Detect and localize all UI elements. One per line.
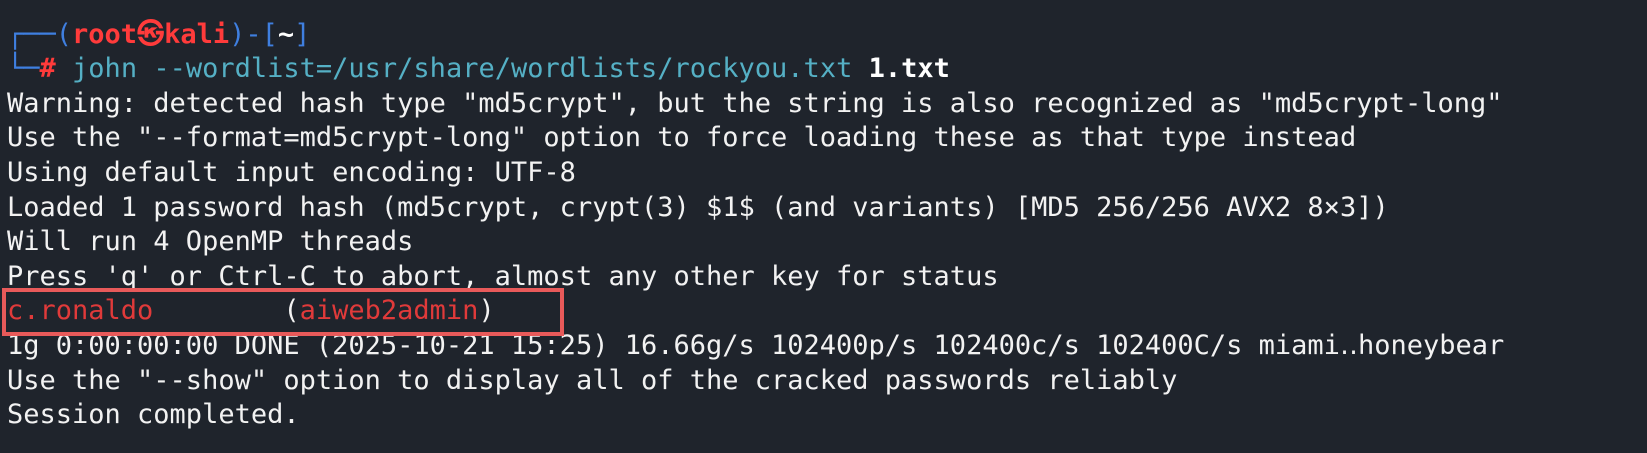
output-line-session-completed: Session completed. — [7, 399, 300, 430]
kali-at-icon: ㉿ — [137, 19, 165, 50]
output-line-encoding: Using default input encoding: UTF-8 — [7, 157, 576, 188]
prompt-corner-top: ┌──( — [7, 19, 73, 50]
terminal-window[interactable]: ┌──(root㉿kali)-[~] └─# john --wordlist=/… — [0, 0, 1647, 453]
prompt-corner-bottom: └─ — [7, 53, 40, 84]
cracked-user: aiweb2admin — [299, 295, 479, 326]
prompt-cwd: ~ — [277, 19, 295, 50]
output-line-warning: Warning: detected hash type "md5crypt", … — [7, 88, 1503, 119]
prompt-user: root — [72, 19, 138, 50]
output-line-threads: Will run 4 OpenMP threads — [7, 226, 414, 257]
command-program: john — [72, 53, 138, 84]
prompt-mid: )-[ — [229, 19, 278, 50]
output-line-loaded: Loaded 1 password hash (md5crypt, crypt(… — [7, 192, 1389, 223]
output-line-show-hint: Use the "--show" option to display all o… — [7, 365, 1178, 396]
output-line-format-hint: Use the "--format=md5crypt-long" option … — [7, 122, 1357, 153]
prompt-header-line: ┌──(root㉿kali)-[~] — [7, 18, 310, 52]
cracked-close: ) — [478, 295, 495, 326]
output-line-status: 1g 0:00:00:00 DONE (2025-10-21 15:25) 16… — [7, 330, 1505, 361]
prompt-hash: # — [39, 53, 56, 84]
cracked-result-line: c.ronaldo (aiweb2admin) — [7, 294, 495, 328]
cracked-spacer: ( — [153, 295, 300, 326]
output-line-press-key: Press 'q' or Ctrl-C to abort, almost any… — [7, 261, 999, 292]
prompt-host: kali — [164, 19, 230, 50]
command-line: └─# john --wordlist=/usr/share/wordlists… — [7, 52, 950, 86]
prompt-close: ] — [294, 19, 311, 50]
command-file: 1.txt — [868, 53, 950, 84]
command-args: --wordlist=/usr/share/wordlists/rockyou.… — [153, 53, 853, 84]
cracked-password: c.ronaldo — [7, 295, 154, 326]
